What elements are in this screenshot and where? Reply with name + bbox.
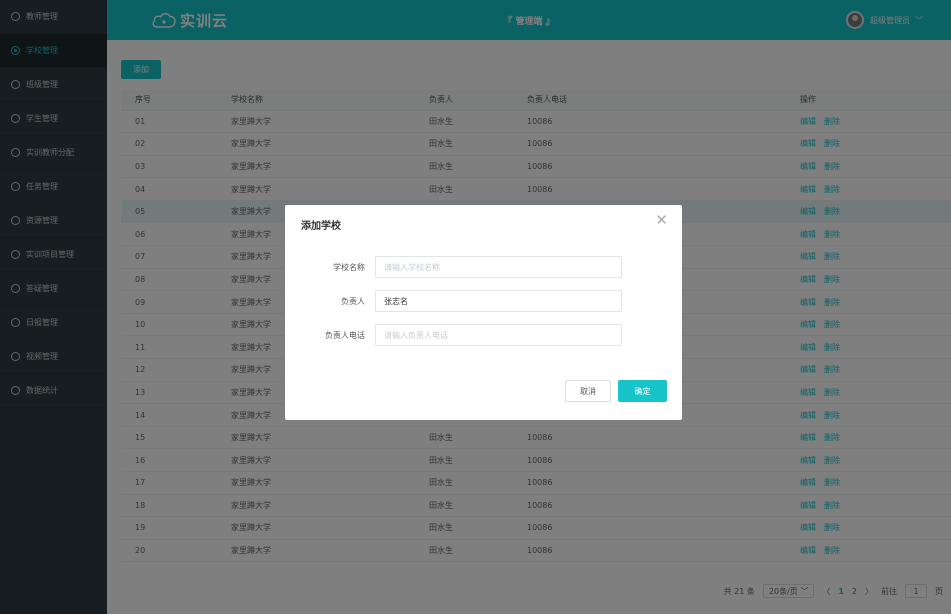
dialog-title: 添加学校 [301,221,341,232]
phone-input[interactable] [375,324,622,346]
cancel-button[interactable]: 取消 [565,380,611,402]
close-icon[interactable]: ✕ [655,213,668,228]
add-school-dialog: 添加学校 ✕ 学校名称 负责人 负责人电话 取消 确定 [285,205,682,420]
form-row-phone: 负责人电话 [285,324,682,346]
school-name-label: 学校名称 [333,262,365,272]
confirm-button[interactable]: 确定 [618,380,667,402]
form-row-school: 学校名称 [285,256,682,278]
phone-label: 负责人电话 [325,330,365,340]
person-input[interactable] [375,290,622,312]
form-row-person: 负责人 [285,290,682,312]
person-label: 负责人 [341,296,365,306]
school-name-input[interactable] [375,256,622,278]
